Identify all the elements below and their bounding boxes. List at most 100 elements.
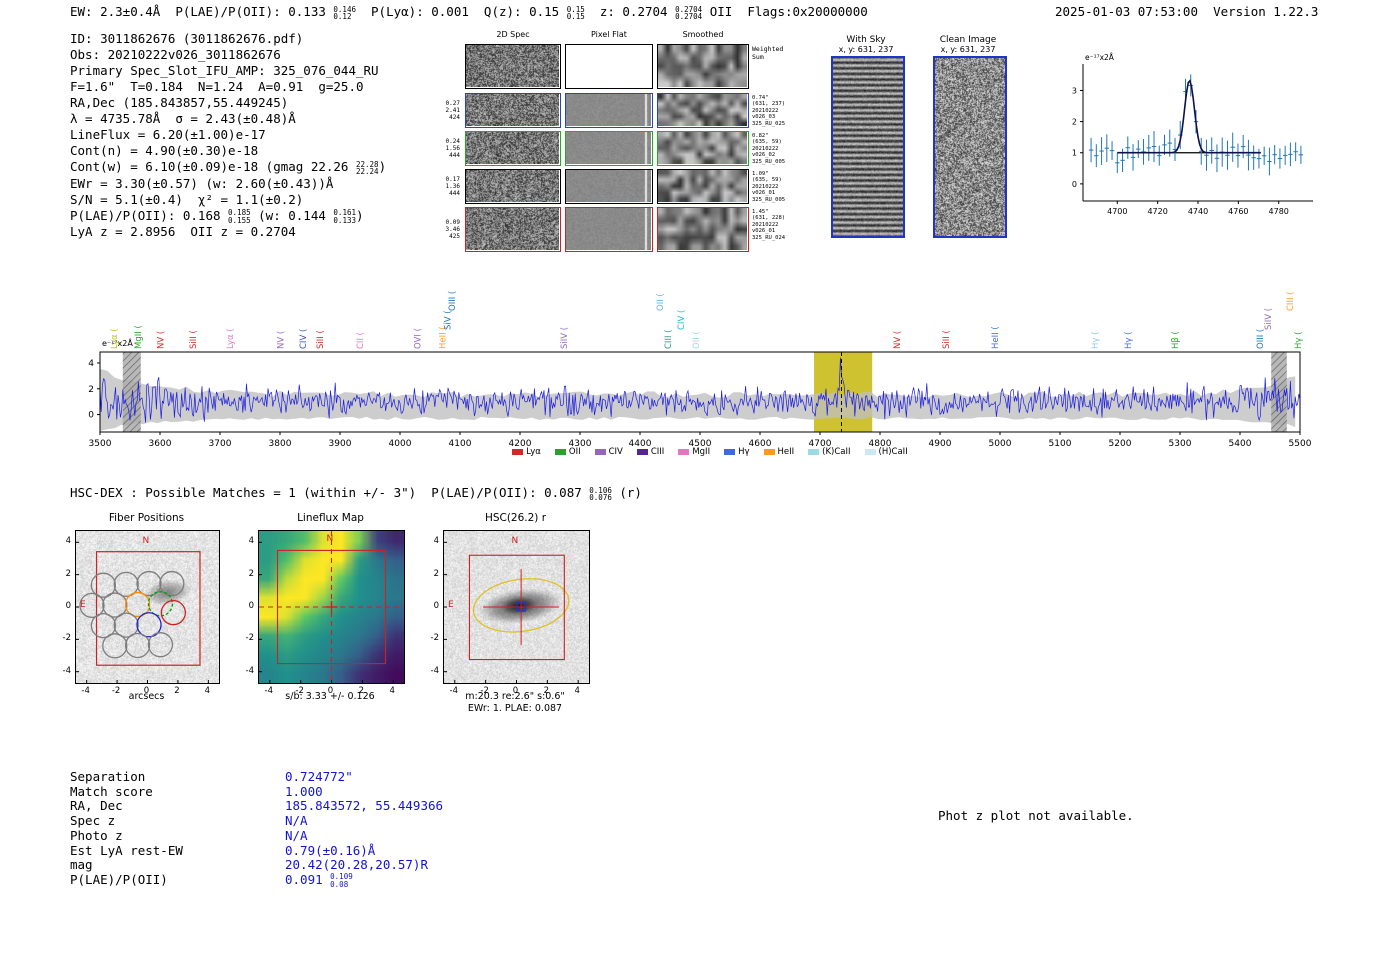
- uncertainty-low: 0.155: [228, 215, 251, 225]
- uncertainty-low: 0.076: [589, 493, 612, 502]
- spectrum-y-tick-label: 4: [88, 359, 94, 369]
- panel-y-tick-label: -4: [430, 665, 439, 676]
- info-line: λ = 4735.78Å σ = 2.43(±0.48)Å: [70, 111, 386, 127]
- match-row-label: Est LyA rest-EW: [70, 842, 183, 858]
- photz-unavailable-note: Phot z plot not available.: [938, 808, 1134, 823]
- legend-swatch: [864, 449, 876, 455]
- text-segment: ): [378, 159, 387, 174]
- fiber-positions-plot-overlay: [76, 541, 209, 683]
- emission-line-label: CIV (: [299, 329, 309, 349]
- emission-line-label: Lyα (: [226, 328, 236, 349]
- panel-x-tick-label: -2: [480, 686, 489, 696]
- panel-x-tick-label: 4: [574, 686, 580, 696]
- panel-x-tick-label: 2: [358, 686, 365, 696]
- weight-value: 444: [449, 190, 460, 197]
- emission-line-label: NV (: [277, 331, 287, 349]
- fiber-circle-green: [147, 591, 174, 617]
- weight-value: 0.27: [445, 100, 460, 107]
- emission-line-label: SiV (: [443, 310, 453, 330]
- uncertainty-low: 0.12: [333, 12, 352, 21]
- emission-line-label: SiII (: [189, 330, 199, 349]
- zoom-x-tick-label: 4740: [1188, 207, 1208, 216]
- match-row-value: N/A: [285, 813, 308, 828]
- match-row-value: N/A: [285, 828, 308, 843]
- panel-y-tick-label: 0: [248, 601, 254, 611]
- clean-image: [933, 56, 1007, 238]
- emission-line-label: OII (: [656, 293, 666, 311]
- match-row-label: mag: [70, 857, 93, 873]
- hsc-r-cutout-plot-overlay: [444, 541, 579, 683]
- annotation-line: 325_RU_025: [752, 120, 786, 127]
- gaussian-fit-curve: [1117, 79, 1261, 154]
- header-summary-line: EW: 2.3±0.4Å P(LAE)/P(OII): 0.133 0.146 0…: [70, 4, 868, 21]
- panel-y-tick-label: 2: [248, 568, 254, 579]
- match-row-label: Separation: [70, 769, 146, 784]
- masked-region-band: [122, 352, 141, 432]
- spectrum-y-tick-label: 0: [88, 411, 94, 421]
- match-table-row: Photo z N/A: [70, 828, 443, 844]
- text-segment: Primary Spec_Slot_IFU_AMP: 325_076_044_R…: [70, 63, 379, 78]
- zoom-x-tick-label: 4780: [1269, 207, 1289, 216]
- hsc-caption-plae: EWr: 1. PLAE: 0.087: [467, 703, 563, 714]
- cutout-cell: [465, 131, 561, 166]
- cutout-cell: [565, 93, 653, 128]
- zoom-y-tick-label: 0: [1072, 180, 1077, 189]
- text-segment: Cont(n) = 4.90(±0.30)e-18: [70, 143, 259, 158]
- emission-line-label: SiIV (: [1264, 308, 1274, 330]
- match-row-label: Match score: [70, 783, 153, 799]
- match-table-row: Spec z N/A: [70, 813, 443, 829]
- zoom-y-tick-label: 2: [1072, 118, 1077, 127]
- east-label: E: [448, 600, 454, 610]
- weight-value: 2.41: [445, 107, 460, 114]
- pixel-flat-image: [566, 45, 651, 87]
- east-label: E: [80, 600, 86, 610]
- cutout-cell: [657, 207, 749, 252]
- emission-line-label: OVI (: [413, 328, 423, 349]
- legend-item: OII: [554, 447, 581, 457]
- info-line: LineFlux = 6.20(±1.00)e-17: [70, 127, 386, 143]
- emission-line-label: NV (: [157, 331, 167, 349]
- match-table-row: Match score 1.000: [70, 783, 443, 800]
- fiber-annotation: 0.82" (635, 59) 20210222 v026_02 325_RU_005: [752, 133, 812, 165]
- panel-y-tick-label: 0: [65, 601, 71, 611]
- text-segment: 185.843572, 55.449366: [285, 798, 444, 814]
- cutout-cell: [657, 131, 749, 166]
- cutout-cell: [565, 169, 653, 204]
- emission-line-label: CIII (: [664, 330, 674, 349]
- fiber-annotation: 1.09" (635, 59) 20210222 v026_01 325_RU_005: [752, 171, 812, 203]
- info-line: S/N = 5.1(±0.4) χ² = 1.1(±0.2): [70, 192, 386, 208]
- text-segment: RA,Dec (185.843857,55.449245): [70, 95, 289, 110]
- col-header-pixel-flat: Pixel Flat: [591, 30, 627, 39]
- match-table-row: P(LAE)/P(OII) 0.091 0.109 0.08: [70, 872, 443, 889]
- cutout-cell: [657, 93, 749, 128]
- panel-y-tick-label: 0: [433, 601, 439, 611]
- text-segment: LineFlux = 6.20(±1.00)e-17: [70, 127, 266, 142]
- info-line: ID: 3011862676 (3011862676.pdf): [70, 31, 386, 47]
- emission-line-label: CIII (: [1286, 292, 1296, 311]
- smoothed-image: [658, 208, 747, 250]
- emission-line-label: SiII (: [942, 330, 952, 349]
- panel-y-tick-label: 4: [433, 536, 439, 547]
- zoom-x-tick-label: 4760: [1228, 207, 1248, 216]
- legend-item: MgII: [678, 447, 710, 457]
- legend-label: CIV: [608, 447, 623, 457]
- zoom-unit-label: e⁻¹⁷x2Å: [1085, 53, 1115, 62]
- north-label: N: [511, 536, 519, 546]
- col-header-2d-spec: 2D Spec: [496, 30, 530, 39]
- weight-value: 0.24: [445, 138, 460, 145]
- stacked-uncertainty: 0.2704 0.2704: [675, 5, 702, 21]
- legend-label: Lyα: [526, 447, 541, 457]
- info-line: Primary Spec_Slot_IFU_AMP: 325_076_044_R…: [70, 63, 386, 79]
- lineflux-map-plot-overlay: [259, 531, 404, 683]
- stacked-uncertainty: 0.109 0.08: [330, 873, 353, 888]
- match-row-label: Spec z: [70, 813, 116, 829]
- text-segment: P(Lyα): 0.001: [355, 4, 484, 19]
- annotation-line: Sum: [752, 52, 764, 61]
- panel-y-tick-label: 2: [433, 568, 439, 579]
- fiber-circle-gray: [102, 633, 128, 659]
- 2d-spec-image: [466, 132, 559, 164]
- emission-line-label: SiII (: [316, 330, 326, 349]
- text-segment: OII Flags:0x20000000: [702, 4, 868, 19]
- legend-swatch: [724, 449, 736, 455]
- col-header-smoothed: Smoothed: [682, 30, 724, 39]
